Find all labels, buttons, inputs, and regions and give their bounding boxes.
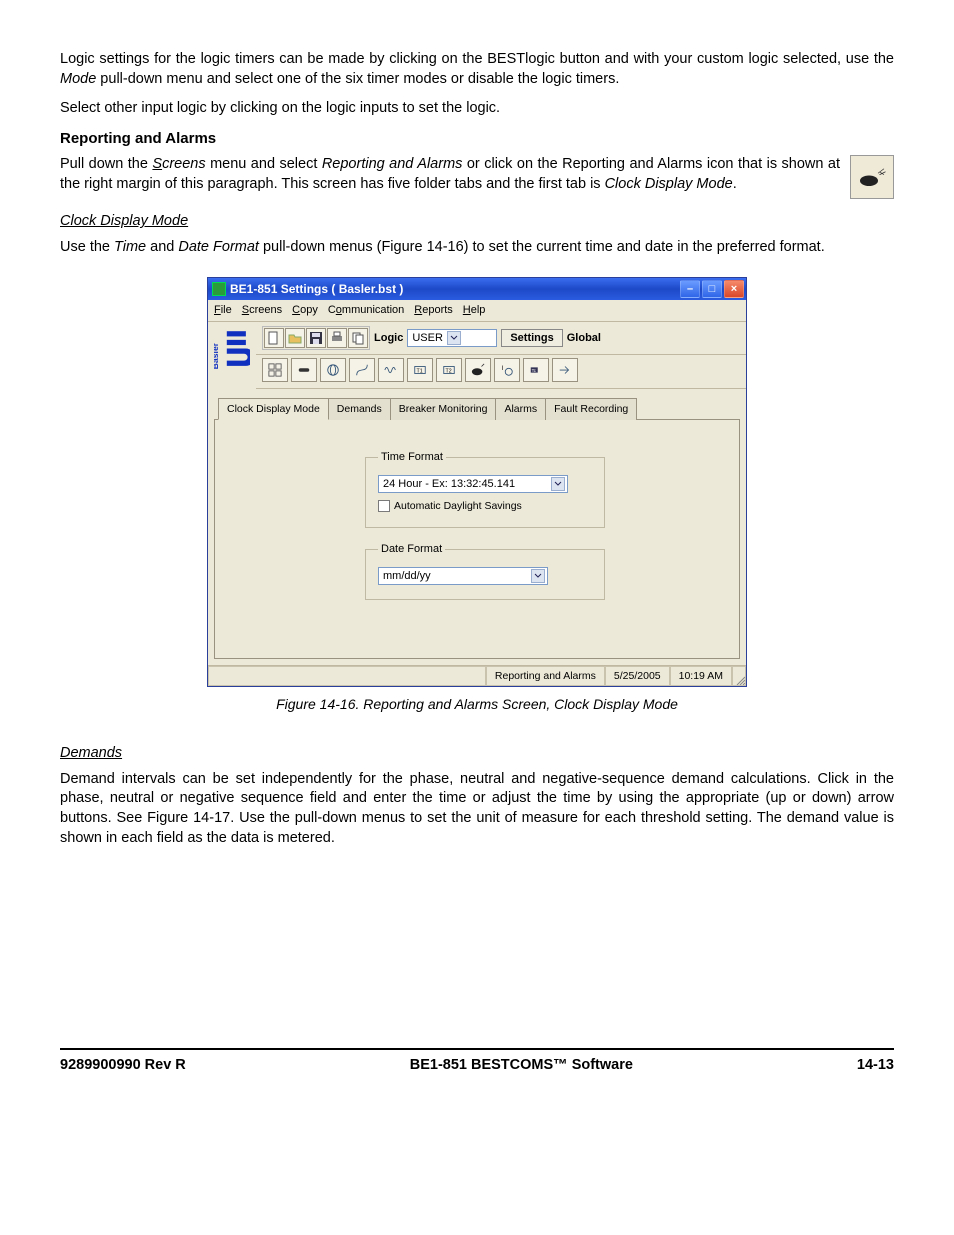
tool-alarm-icon[interactable] — [465, 358, 491, 382]
tool-io-icon[interactable]: I — [494, 358, 520, 382]
text-mode: Mode — [60, 71, 96, 87]
tabs-row: Clock Display Mode Demands Breaker Monit… — [208, 389, 746, 419]
heading-demands: Demands — [60, 744, 894, 764]
tool-tc-icon[interactable]: Tc — [523, 358, 549, 382]
status-time: 10:19 AM — [670, 666, 732, 686]
text: menu and select — [206, 156, 322, 172]
time-format-value: 24 Hour - Ex: 13:32:45.141 — [383, 477, 547, 492]
tool-t2-icon[interactable]: T2 — [436, 358, 462, 382]
text-dateformat: Date Format — [178, 239, 259, 255]
date-format-legend: Date Format — [378, 542, 445, 557]
date-format-combo[interactable]: mm/dd/yy — [378, 567, 548, 585]
text: and — [146, 239, 178, 255]
reporting-alarms-margin-icon — [850, 155, 894, 199]
time-format-group: Time Format 24 Hour - Ex: 13:32:45.141 A… — [365, 450, 605, 528]
page-footer: 9289900990 Rev R BE1-851 BESTCOMS™ Softw… — [60, 1056, 894, 1076]
text-ra: Reporting and Alarms — [322, 156, 463, 172]
date-format-value: mm/dd/yy — [383, 569, 527, 584]
footer-center: BE1-851 BESTCOMS™ Software — [186, 1056, 857, 1076]
app-icon — [212, 282, 226, 296]
date-format-group: Date Format mm/dd/yy — [365, 542, 605, 600]
new-file-icon[interactable] — [264, 328, 284, 348]
menu-copy[interactable]: Copy — [292, 303, 318, 318]
paragraph-clock-display: Use the Time and Date Format pull-down m… — [60, 238, 894, 258]
paragraph-logic-settings: Logic settings for the logic timers can … — [60, 50, 894, 89]
copy-icon[interactable] — [348, 328, 368, 348]
paragraph-demands: Demand intervals can be set independentl… — [60, 770, 894, 848]
logic-combo[interactable]: USER — [407, 329, 497, 347]
time-format-legend: Time Format — [378, 450, 446, 465]
status-date: 5/25/2005 — [605, 666, 670, 686]
tab-breaker-monitoring[interactable]: Breaker Monitoring — [390, 398, 497, 420]
tool-grid-icon[interactable] — [262, 358, 288, 382]
tool-curve-icon[interactable] — [349, 358, 375, 382]
text: pull-down menu and select one of the six… — [96, 71, 619, 87]
text: Pull down the — [60, 156, 152, 172]
svg-text:I: I — [502, 365, 504, 372]
footer-rule — [60, 1048, 894, 1050]
dst-label: Automatic Daylight Savings — [394, 499, 522, 513]
heading-clock-display-mode: Clock Display Mode — [60, 212, 894, 232]
tool-arrow-icon[interactable] — [552, 358, 578, 382]
maximize-button[interactable]: □ — [702, 280, 722, 298]
chevron-down-icon — [447, 331, 461, 345]
close-button[interactable]: × — [724, 280, 744, 298]
menu-help[interactable]: Help — [463, 303, 486, 318]
dst-checkbox[interactable]: Automatic Daylight Savings — [378, 499, 592, 513]
text-cdm: Clock Display Mode — [605, 176, 733, 192]
text-screens: Screens — [152, 156, 205, 172]
toolbar-primary: Logic USER Settings Global — [256, 322, 746, 355]
tool-timer-icon[interactable]: T1 — [407, 358, 433, 382]
text: Logic settings for the logic timers can … — [60, 51, 894, 67]
figure-caption: Figure 14-16. Reporting and Alarms Scree… — [60, 695, 894, 714]
chevron-down-icon — [551, 477, 565, 491]
tool-switch-icon[interactable] — [291, 358, 317, 382]
time-format-combo[interactable]: 24 Hour - Ex: 13:32:45.141 — [378, 475, 568, 493]
tool-wave-icon[interactable] — [378, 358, 404, 382]
tab-clock-display-mode[interactable]: Clock Display Mode — [218, 398, 329, 420]
svg-text:T1: T1 — [417, 369, 423, 375]
status-screen-name: Reporting and Alarms — [486, 666, 605, 686]
titlebar[interactable]: BE1-851 Settings ( Basler.bst ) – □ × — [208, 278, 746, 300]
global-label: Global — [567, 331, 601, 346]
tab-alarms[interactable]: Alarms — [495, 398, 546, 420]
open-file-icon[interactable] — [285, 328, 305, 348]
save-icon[interactable] — [306, 328, 326, 348]
logic-combo-value: USER — [412, 331, 443, 346]
menu-screens[interactable]: Screens — [242, 303, 282, 318]
footer-left: 9289900990 Rev R — [60, 1056, 186, 1076]
app-window: BE1-851 Settings ( Basler.bst ) – □ × Fi… — [207, 277, 747, 687]
logic-label: Logic — [374, 331, 403, 346]
resize-grip-icon[interactable] — [732, 666, 746, 686]
footer-right: 14-13 — [857, 1056, 894, 1076]
chevron-down-icon — [531, 569, 545, 583]
menubar: File Screens Copy Communication Reports … — [208, 300, 746, 322]
checkbox-icon — [378, 500, 390, 512]
text: . — [733, 176, 737, 192]
text: pull-down menus (Figure 14-16) to set th… — [259, 239, 825, 255]
tab-fault-recording[interactable]: Fault Recording — [545, 398, 637, 420]
menu-communication[interactable]: Communication — [328, 303, 404, 318]
paragraph-reporting-alarms: Pull down the Screens menu and select Re… — [60, 155, 894, 194]
heading-reporting-alarms: Reporting and Alarms — [60, 129, 894, 149]
minimize-button[interactable]: – — [680, 280, 700, 298]
statusbar: Reporting and Alarms 5/25/2005 10:19 AM — [208, 665, 746, 686]
tool-globe-icon[interactable] — [320, 358, 346, 382]
toolbar-secondary: T1 T2 I Tc — [256, 355, 746, 389]
status-spacer — [208, 666, 486, 686]
settings-button[interactable]: Settings — [501, 329, 562, 348]
tab-body: Time Format 24 Hour - Ex: 13:32:45.141 A… — [214, 419, 740, 659]
svg-text:T2: T2 — [446, 369, 452, 375]
paragraph-select-input: Select other input logic by clicking on … — [60, 99, 894, 119]
print-icon[interactable] — [327, 328, 347, 348]
svg-text:Basler: Basler — [214, 342, 220, 369]
basler-logo: Basler — [212, 326, 252, 386]
tab-demands[interactable]: Demands — [328, 398, 391, 420]
text-time: Time — [114, 239, 146, 255]
text: Use the — [60, 239, 114, 255]
menu-file[interactable]: File — [214, 303, 232, 318]
window-title: BE1-851 Settings ( Basler.bst ) — [230, 281, 680, 297]
menu-reports[interactable]: Reports — [414, 303, 453, 318]
